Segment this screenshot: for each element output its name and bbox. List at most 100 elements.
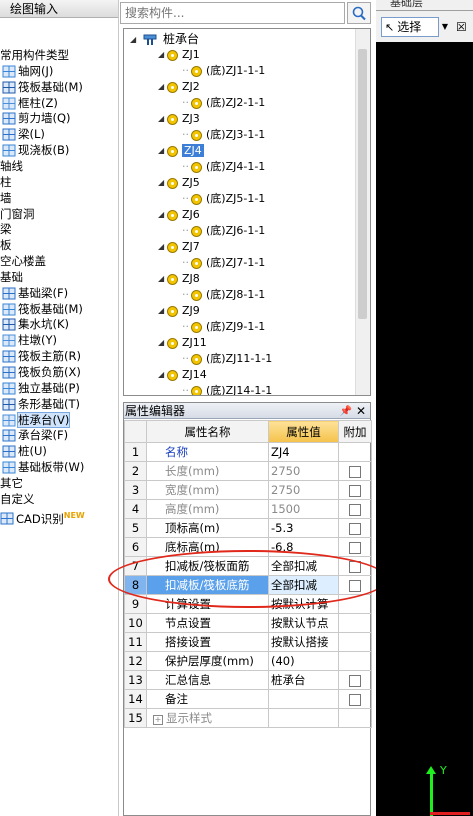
component-type-item[interactable]: 现浇板(B) — [2, 143, 69, 158]
component-type-item[interactable]: CAD识别NEW — [0, 508, 85, 525]
search-input[interactable] — [120, 2, 345, 24]
property-value[interactable]: 2750 — [268, 461, 339, 481]
property-value[interactable]: 2750 — [268, 480, 339, 500]
component-type-item[interactable]: 板 — [0, 238, 12, 253]
tree-root[interactable]: ◢ 桩承台 — [130, 31, 199, 47]
select-button[interactable]: ↖ 选择 — [381, 17, 439, 37]
component-type-item[interactable]: 剪力墙(Q) — [2, 111, 71, 126]
collapse-icon[interactable]: ◢ — [158, 367, 167, 383]
property-row[interactable]: 4 高度(mm) 1500 — [124, 499, 372, 519]
tree-node[interactable]: ◢ ZJ5 — [158, 175, 200, 191]
component-type-item[interactable]: 基础 — [0, 270, 23, 285]
extra-checkbox[interactable] — [349, 560, 361, 573]
property-row[interactable]: 15 + 显示样式 — [124, 708, 372, 728]
component-type-item[interactable]: 柱 — [0, 175, 12, 190]
component-type-item[interactable]: 筏板主筋(R) — [2, 349, 81, 364]
property-value[interactable]: 按默认搭接 — [268, 632, 339, 652]
extra-checkbox[interactable] — [349, 522, 361, 535]
component-type-item[interactable]: 自定义 — [0, 492, 35, 507]
tree-scroll-thumb[interactable] — [358, 49, 367, 319]
pin-icon[interactable]: 📌 — [340, 404, 352, 420]
collapse-icon[interactable]: ◢ — [158, 271, 167, 287]
property-row[interactable]: 1 名称 ZJ4 — [124, 442, 372, 462]
tree-child-node[interactable]: ·· (底)ZJ4-1-1 — [182, 159, 265, 175]
component-type-item[interactable]: 承台梁(F) — [2, 428, 68, 443]
component-type-item[interactable]: 基础梁(F) — [2, 286, 68, 301]
component-type-item[interactable]: 墙 — [0, 191, 12, 206]
tree-node[interactable]: ◢ ZJ6 — [158, 207, 200, 223]
tree-child-node[interactable]: ·· (底)ZJ11-1-1 — [182, 351, 272, 367]
tree-child-node[interactable]: ·· (底)ZJ9-1-1 — [182, 319, 265, 335]
property-row[interactable]: 11 搭接设置 按默认搭接 — [124, 632, 372, 652]
component-type-item[interactable]: 筏板负筋(X) — [2, 365, 81, 380]
collapse-icon[interactable]: ◢ — [158, 143, 167, 159]
collapse-icon[interactable]: ◢ — [158, 335, 167, 351]
component-type-item[interactable]: 条形基础(T) — [2, 397, 80, 412]
extra-checkbox[interactable] — [349, 541, 361, 554]
property-value[interactable]: 全部扣减 — [268, 575, 339, 595]
collapse-icon[interactable]: ◢ — [158, 47, 167, 63]
property-value[interactable]: 按默认节点 — [268, 613, 339, 633]
tree-scrollbar[interactable] — [355, 29, 370, 395]
component-type-item[interactable]: 桩(U) — [2, 444, 47, 459]
component-type-item[interactable]: 门窗洞 — [0, 207, 35, 222]
tree-child-node[interactable]: ·· (底)ZJ8-1-1 — [182, 287, 265, 303]
property-row[interactable]: 6 底标高(m) -6.8 — [124, 537, 372, 557]
component-type-item[interactable]: 基础板带(W) — [2, 460, 84, 475]
tree-node[interactable]: ◢ ZJ7 — [158, 239, 200, 255]
component-type-item[interactable]: 常用构件类型 — [0, 48, 69, 63]
collapse-icon[interactable]: ◢ — [158, 175, 167, 191]
tree-child-node[interactable]: ·· (底)ZJ14-1-1 — [182, 383, 272, 395]
extra-checkbox[interactable] — [349, 465, 361, 478]
tree-child-node[interactable]: ·· (底)ZJ3-1-1 — [182, 127, 265, 143]
property-row[interactable]: 9 计算设置 按默认计算 — [124, 594, 372, 614]
collapse-icon[interactable]: ◢ — [158, 303, 167, 319]
property-value[interactable] — [268, 708, 339, 728]
component-type-item[interactable]: 轴线 — [0, 159, 23, 174]
extra-checkbox[interactable] — [349, 693, 361, 706]
tree-node[interactable]: ◢ ZJ14 — [158, 367, 207, 383]
drawing-canvas[interactable]: Y — [376, 42, 473, 816]
property-value[interactable]: -5.3 — [268, 518, 339, 538]
property-value[interactable]: -6.8 — [268, 537, 339, 557]
tree-child-node[interactable]: ·· (底)ZJ6-1-1 — [182, 223, 265, 239]
property-row[interactable]: 10 节点设置 按默认节点 — [124, 613, 372, 633]
component-type-item[interactable]: 筏板基础(M) — [2, 80, 83, 95]
tree-child-node[interactable]: ·· (底)ZJ5-1-1 — [182, 191, 265, 207]
collapse-icon[interactable]: ◢ — [158, 111, 167, 127]
extra-checkbox[interactable] — [349, 674, 361, 687]
property-value[interactable]: 按默认计算 — [268, 594, 339, 614]
collapse-icon[interactable]: ◢ — [130, 32, 139, 48]
search-button[interactable] — [347, 2, 371, 24]
tree-node[interactable]: ◢ ZJ8 — [158, 271, 200, 287]
component-type-item[interactable]: 梁(L) — [2, 127, 45, 142]
tree-child-node[interactable]: ·· (底)ZJ2-1-1 — [182, 95, 265, 111]
tab-floor[interactable]: 基础层 — [390, 0, 423, 10]
component-type-item[interactable]: 桩承台(V) — [2, 411, 71, 428]
property-row[interactable]: 12 保护层厚度(mm) (40) — [124, 651, 372, 671]
extra-checkbox[interactable] — [349, 503, 361, 516]
property-value[interactable]: 全部扣减 — [268, 556, 339, 576]
close-icon[interactable]: ✕ — [356, 403, 366, 419]
tree-node[interactable]: ◢ ZJ4 — [158, 143, 204, 159]
property-value[interactable] — [268, 689, 339, 709]
collapse-icon[interactable]: ◢ — [158, 207, 167, 223]
expand-icon[interactable]: + — [153, 715, 163, 725]
component-type-item[interactable]: 梁 — [0, 222, 12, 237]
property-value[interactable]: (40) — [268, 651, 339, 671]
tree-node[interactable]: ◢ ZJ9 — [158, 303, 200, 319]
property-row[interactable]: 3 宽度(mm) 2750 — [124, 480, 372, 500]
collapse-icon[interactable]: ◢ — [158, 79, 167, 95]
extra-checkbox[interactable] — [349, 484, 361, 497]
component-type-item[interactable]: 筏板基础(M) — [2, 302, 83, 317]
tree-child-node[interactable]: ·· (底)ZJ1-1-1 — [182, 63, 265, 79]
cancel-tool-button[interactable]: ☒ — [456, 17, 472, 37]
component-type-item[interactable]: 轴网(J) — [2, 64, 53, 79]
property-row[interactable]: 14 备注 — [124, 689, 372, 709]
component-type-item[interactable]: 独立基础(P) — [2, 381, 80, 396]
property-row[interactable]: 13 汇总信息 桩承台 — [124, 670, 372, 690]
component-type-item[interactable]: 其它 — [0, 476, 23, 491]
property-value[interactable]: 桩承台 — [268, 670, 339, 690]
tree-node[interactable]: ◢ ZJ3 — [158, 111, 200, 127]
component-type-item[interactable]: 空心楼盖 — [0, 254, 46, 269]
